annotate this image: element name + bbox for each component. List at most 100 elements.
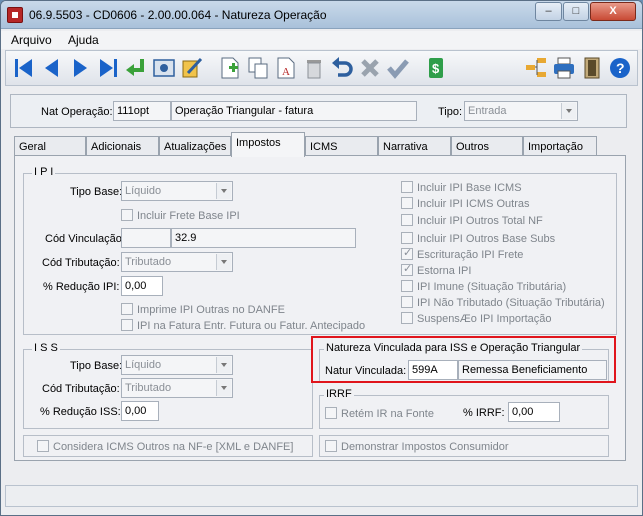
suspensao-ipi-checkbox[interactable]: SuspensÆo IPI Importação bbox=[401, 312, 552, 325]
tab-geral[interactable]: Geral bbox=[14, 136, 86, 156]
considera-icms-label: Considera ICMS Outros na NF-e [XML e DAN… bbox=[53, 441, 294, 453]
tree-icon[interactable] bbox=[524, 55, 548, 81]
reducao-ipi-label: % Redução IPI: bbox=[43, 281, 120, 293]
ipi-cod-tributacao-label: Cód Tributação: bbox=[42, 257, 120, 269]
highlight-box bbox=[311, 336, 616, 383]
confirm-icon[interactable] bbox=[386, 55, 410, 81]
iss-tipo-base-value: Líquido bbox=[125, 359, 162, 371]
checkbox-box bbox=[121, 209, 133, 221]
main-window: 06.9.5503 - CD0606 - 2.00.00.064 - Natur… bbox=[0, 0, 643, 516]
first-icon[interactable] bbox=[12, 55, 36, 81]
escrituracao-ipi-frete-checkbox[interactable]: Escrituração IPI Frete bbox=[401, 246, 524, 261]
tab-atualizacoes[interactable]: Atualizações bbox=[159, 136, 231, 156]
checkbox-box bbox=[325, 440, 337, 452]
print-icon[interactable] bbox=[552, 55, 576, 81]
incluir-ipi-icms-outras-checkbox[interactable]: Incluir IPI ICMS Outras bbox=[401, 197, 529, 210]
app-icon bbox=[7, 7, 23, 23]
incluir-frete-label: Incluir Frete Base IPI bbox=[137, 210, 240, 222]
checkbox-box bbox=[401, 296, 413, 308]
escrituracao-ipi-frete-label: Escrituração IPI Frete bbox=[417, 249, 524, 261]
help-icon[interactable]: ? bbox=[608, 55, 632, 81]
exit-icon[interactable] bbox=[580, 55, 604, 81]
estorna-ipi-checkbox[interactable]: Estorna IPI bbox=[401, 262, 472, 277]
close-button[interactable]: X bbox=[590, 2, 636, 21]
ipi-nao-tributado-checkbox[interactable]: IPI Não Tributado (Situação Tributária) bbox=[401, 296, 605, 309]
estorna-ipi-label: Estorna IPI bbox=[417, 265, 472, 277]
reducao-iss-field[interactable]: 0,00 bbox=[121, 401, 159, 421]
checkbox-box bbox=[401, 232, 413, 244]
cod-vinculacao-label: Cód Vinculação: bbox=[45, 233, 125, 245]
checkbox-box bbox=[401, 262, 413, 276]
minimize-button[interactable]: – bbox=[535, 2, 562, 21]
dollar-icon[interactable]: $ bbox=[424, 55, 448, 81]
chevron-down-icon bbox=[561, 103, 576, 119]
cod-vinculacao-field[interactable] bbox=[121, 228, 171, 248]
photo-icon[interactable] bbox=[152, 55, 176, 81]
tab-outros[interactable]: Outros bbox=[451, 136, 523, 156]
checkbox-box bbox=[401, 181, 413, 193]
tab-adicionais[interactable]: Adicionais bbox=[86, 136, 159, 156]
irrf-title: IRRF bbox=[324, 388, 354, 400]
considera-icms-checkbox[interactable]: Considera ICMS Outros na NF-e [XML e DAN… bbox=[37, 440, 293, 453]
demonstrar-impostos-label: Demonstrar Impostos Consumidor bbox=[341, 441, 509, 453]
enter-icon[interactable] bbox=[124, 55, 148, 81]
menu-arquivo[interactable]: Arquivo bbox=[11, 33, 52, 47]
nat-operacao-desc-field: Operação Triangular - fatura bbox=[171, 101, 417, 121]
demonstrar-impostos-checkbox[interactable]: Demonstrar Impostos Consumidor bbox=[325, 440, 509, 453]
maximize-button[interactable]: □ bbox=[563, 2, 589, 21]
tipo-label: Tipo: bbox=[438, 106, 463, 118]
irrf-perc-field[interactable]: 0,00 bbox=[508, 402, 560, 422]
tab-narrativa[interactable]: Narrativa bbox=[378, 136, 451, 156]
ipi-fatura-checkbox[interactable]: IPI na Fatura Entr. Futura ou Fatur. Ant… bbox=[121, 319, 365, 332]
previous-icon[interactable] bbox=[40, 55, 64, 81]
menu-ajuda[interactable]: Ajuda bbox=[68, 33, 99, 47]
iss-cod-tributacao-select[interactable]: Tributado bbox=[121, 378, 233, 398]
nat-operacao-code-field[interactable]: 111opt bbox=[113, 101, 171, 121]
suspensao-ipi-label: SuspensÆo IPI Importação bbox=[417, 313, 552, 325]
new-icon[interactable] bbox=[218, 55, 242, 81]
iss-tipo-base-select[interactable]: Líquido bbox=[121, 355, 233, 375]
tab-impostos[interactable]: Impostos bbox=[231, 132, 305, 157]
chevron-down-icon bbox=[216, 357, 231, 373]
cod-vinculacao-desc: 32.9 bbox=[171, 228, 356, 248]
incluir-ipi-outros-total-checkbox[interactable]: Incluir IPI Outros Total NF bbox=[401, 214, 543, 227]
rename-icon[interactable]: A bbox=[274, 55, 298, 81]
edit-icon[interactable] bbox=[180, 55, 204, 81]
chevron-down-icon bbox=[216, 380, 231, 396]
iss-group-title: I S S bbox=[32, 342, 60, 354]
ipi-imune-label: IPI Imune (Situação Tributária) bbox=[417, 281, 567, 293]
checkbox-box bbox=[401, 246, 413, 260]
copy-icon[interactable] bbox=[246, 55, 270, 81]
incluir-ipi-outros-base-subs-checkbox[interactable]: Incluir IPI Outros Base Subs bbox=[401, 232, 555, 245]
incluir-ipi-outros-total-label: Incluir IPI Outros Total NF bbox=[417, 215, 543, 227]
nat-operacao-label: Nat Operação: bbox=[41, 106, 113, 118]
retem-ir-checkbox[interactable]: Retém IR na Fonte bbox=[325, 407, 434, 420]
cancel-icon[interactable] bbox=[358, 55, 382, 81]
ipi-imune-checkbox[interactable]: IPI Imune (Situação Tributária) bbox=[401, 280, 566, 293]
toolbar: A $ ? bbox=[5, 50, 638, 86]
last-icon[interactable] bbox=[96, 55, 120, 81]
tipo-select-value: Entrada bbox=[468, 105, 507, 117]
ipi-cod-tributacao-select[interactable]: Tributado bbox=[121, 252, 233, 272]
iss-cod-tributacao-label: Cód Tributação: bbox=[42, 383, 120, 395]
tab-icms[interactable]: ICMS bbox=[305, 136, 378, 156]
imprime-danfe-checkbox[interactable]: Imprime IPI Outras no DANFE bbox=[121, 303, 285, 316]
next-icon[interactable] bbox=[68, 55, 92, 81]
checkbox-box bbox=[401, 197, 413, 209]
window-title: 06.9.5503 - CD0606 - 2.00.00.064 - Natur… bbox=[29, 8, 327, 22]
incluir-frete-checkbox[interactable]: Incluir Frete Base IPI bbox=[121, 209, 240, 222]
checkbox-box bbox=[121, 319, 133, 331]
tab-importacao[interactable]: Importação bbox=[523, 136, 597, 156]
tipo-select[interactable]: Entrada bbox=[464, 101, 578, 121]
status-bar bbox=[5, 485, 638, 507]
checkbox-box bbox=[121, 303, 133, 315]
menu-bar: Arquivo Ajuda bbox=[1, 31, 642, 49]
incluir-ipi-base-icms-checkbox[interactable]: Incluir IPI Base ICMS bbox=[401, 181, 522, 194]
imprime-danfe-label: Imprime IPI Outras no DANFE bbox=[137, 304, 285, 316]
trash-icon[interactable] bbox=[302, 55, 326, 81]
checkbox-box bbox=[401, 312, 413, 324]
reducao-ipi-field[interactable]: 0,00 bbox=[121, 276, 163, 296]
undo-icon[interactable] bbox=[330, 55, 354, 81]
checkbox-box bbox=[401, 280, 413, 292]
ipi-tipo-base-select[interactable]: Líquido bbox=[121, 181, 233, 201]
